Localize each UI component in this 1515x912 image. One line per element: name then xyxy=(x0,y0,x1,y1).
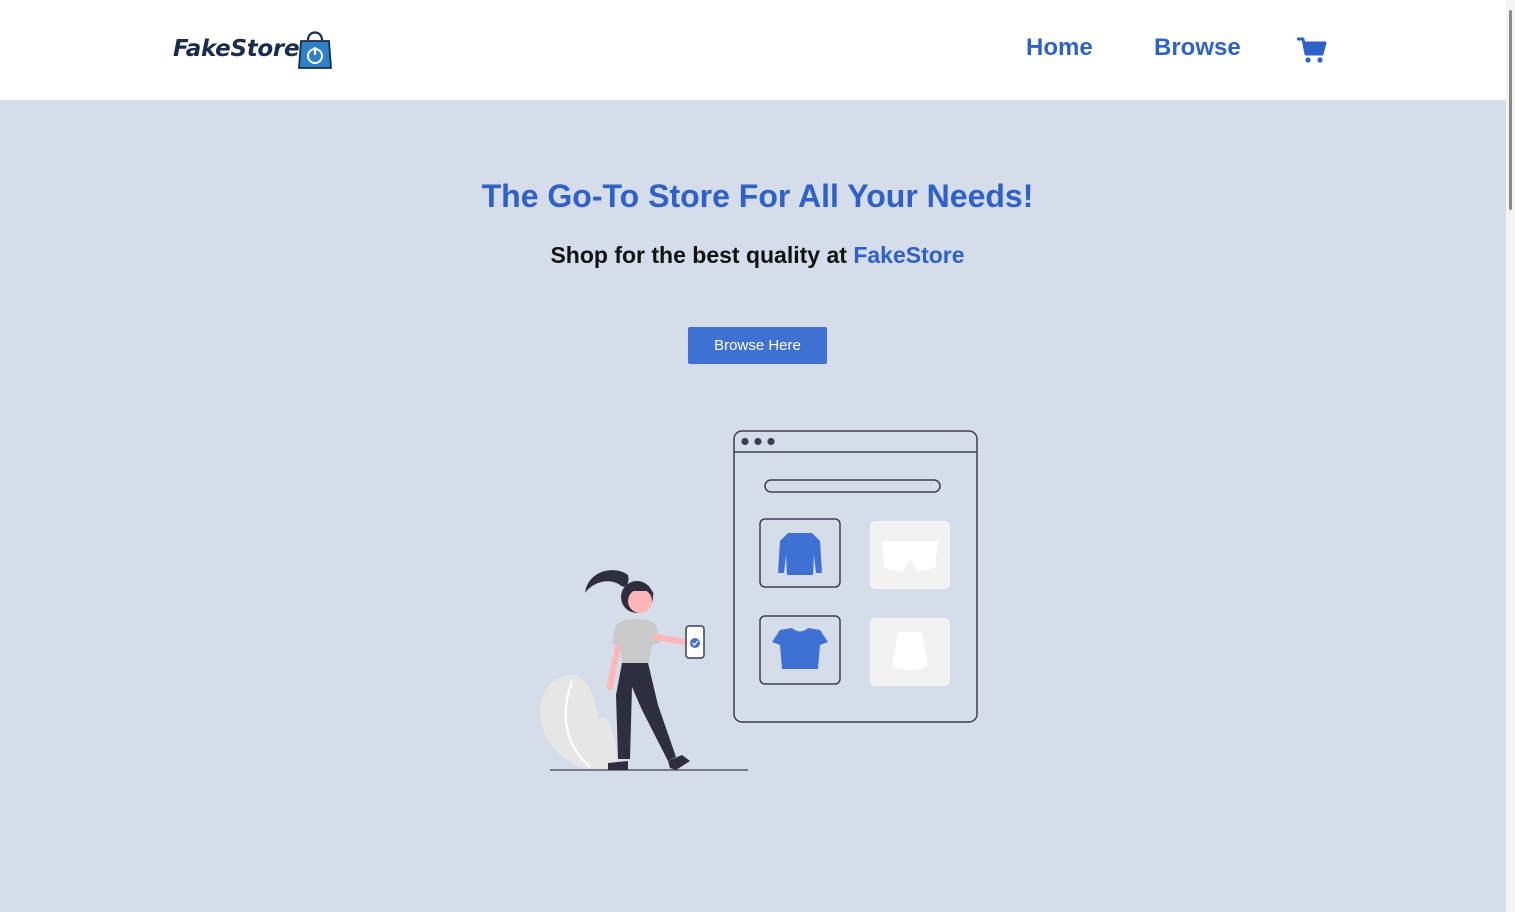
woman-shopping-online-illustration xyxy=(540,430,978,771)
logo[interactable]: FakeStore xyxy=(173,28,333,70)
nav-browse-link[interactable]: Browse xyxy=(1154,34,1241,62)
page-scrollbar[interactable] xyxy=(1506,0,1515,912)
plant-graphic xyxy=(540,675,618,770)
site-header: FakeStore Home Browse xyxy=(0,0,1515,100)
browse-here-button[interactable]: Browse Here xyxy=(688,327,827,364)
nav-home-link[interactable]: Home xyxy=(1026,34,1093,62)
hero-subtitle-brand: FakeStore xyxy=(853,242,965,268)
shopping-bag-logo-icon xyxy=(298,31,333,69)
logo-text: FakeStore xyxy=(173,36,300,62)
hero-subtitle-text: Shop for the best quality at xyxy=(550,242,854,268)
shopping-cart-icon[interactable] xyxy=(1296,36,1327,69)
hero-title: The Go-To Store For All Your Needs! xyxy=(481,178,1034,214)
hero-subtitle: Shop for the best quality at FakeStore xyxy=(0,242,1515,269)
browser-window-graphic xyxy=(733,430,978,723)
